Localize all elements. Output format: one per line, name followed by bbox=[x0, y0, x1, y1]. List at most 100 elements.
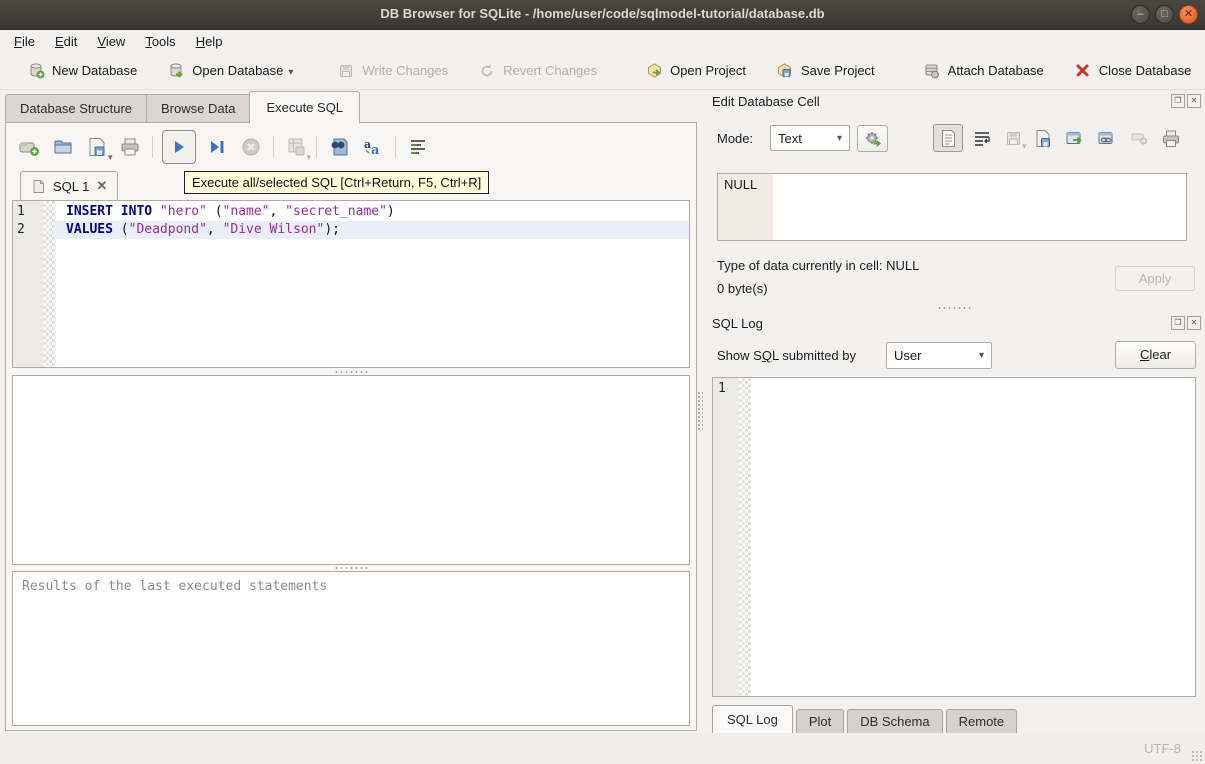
editor-line[interactable]: 1INSERT INTO "hero" ("name", "secret_nam… bbox=[13, 203, 689, 221]
line-number: 1 bbox=[13, 203, 43, 221]
status-bar: UTF-8 bbox=[0, 733, 1205, 764]
execute-all-icon bbox=[170, 138, 188, 156]
menu-file[interactable]: File bbox=[4, 32, 45, 51]
fold-margin-cell bbox=[43, 221, 56, 239]
chevron-down-icon: ▾ bbox=[979, 350, 984, 361]
results-grid-panel[interactable] bbox=[12, 375, 690, 565]
save-results-dropdown-caret: ▾ bbox=[307, 152, 312, 166]
sql-document-tab-label: SQL 1 bbox=[53, 179, 89, 194]
dock-float-icon[interactable]: ❐ bbox=[1171, 94, 1185, 108]
text-mode-icon bbox=[940, 129, 957, 148]
attach-database-icon bbox=[923, 62, 941, 80]
open-database-dropdown-caret[interactable]: ▾ bbox=[288, 67, 293, 80]
sql-editor-lines: 1INSERT INTO "hero" ("name", "secret_nam… bbox=[13, 203, 689, 239]
menu-view[interactable]: View bbox=[87, 32, 135, 51]
chevron-down-icon: ▾ bbox=[837, 133, 842, 144]
print-sql-button[interactable] bbox=[117, 134, 143, 160]
minimize-button[interactable]: – bbox=[1131, 5, 1150, 24]
menu-edit[interactable]: Edit bbox=[45, 32, 87, 51]
save-sql-file-icon bbox=[86, 136, 108, 158]
dock-close-icon[interactable]: ✕ bbox=[1187, 94, 1201, 108]
menu-tools[interactable]: Tools bbox=[135, 32, 185, 51]
auto-format-button[interactable]: aa bbox=[360, 134, 386, 160]
maximize-button[interactable]: □ bbox=[1155, 5, 1174, 24]
save-sql-file-button[interactable] bbox=[84, 134, 110, 160]
encoding-indicator: UTF-8 bbox=[1144, 741, 1181, 756]
toolbar-separator bbox=[316, 136, 317, 158]
close-database-button[interactable]: Close Database bbox=[1065, 56, 1201, 86]
log-fold-margin bbox=[739, 378, 751, 696]
results-placeholder-text: Results of the last executed statements bbox=[13, 572, 689, 601]
tab-db-schema[interactable]: DB Schema bbox=[847, 709, 942, 734]
sql-file-icon bbox=[31, 179, 46, 194]
new-sql-tab-icon bbox=[18, 136, 40, 158]
text-mode-button[interactable] bbox=[933, 124, 963, 152]
editor-line[interactable]: 2VALUES ("Deadpond", "Dive Wilson"); bbox=[13, 221, 689, 239]
main-toolbar: New Database Open Database ▾ Write Chang… bbox=[0, 52, 1205, 90]
new-database-button[interactable]: New Database bbox=[18, 56, 146, 86]
write-changes-icon bbox=[337, 62, 355, 80]
sql-document-tab-close-icon[interactable]: ✕ bbox=[96, 178, 107, 194]
find-replace-button[interactable] bbox=[326, 134, 352, 160]
import-dropdown-caret: ▾ bbox=[1022, 141, 1027, 152]
sql-editor[interactable]: 1INSERT INTO "hero" ("name", "secret_nam… bbox=[12, 200, 690, 368]
sql-log-filter-select[interactable]: User ▾ bbox=[886, 342, 992, 369]
clear-log-button[interactable]: Clear bbox=[1115, 341, 1196, 369]
sql-log-dock-buttons: ❐ ✕ bbox=[1171, 316, 1201, 330]
execute-line-button[interactable] bbox=[204, 134, 230, 160]
write-changes-button: Write Changes bbox=[328, 56, 457, 86]
toolbar-separator bbox=[152, 136, 153, 158]
open-project-button[interactable]: Open Project bbox=[636, 56, 755, 86]
save-project-button[interactable]: Save Project bbox=[767, 56, 884, 86]
log-line-number: 1 bbox=[718, 381, 726, 396]
close-button[interactable]: ✕ bbox=[1179, 5, 1198, 24]
resize-grip[interactable] bbox=[1191, 750, 1203, 762]
execute-all-button[interactable] bbox=[162, 130, 196, 164]
set-null-button bbox=[1126, 125, 1152, 151]
save-sql-dropdown-caret[interactable]: ▾ bbox=[108, 152, 113, 166]
left-pane: Database Structure Browse Data Execute S… bbox=[0, 91, 700, 733]
revert-changes-button: Revert Changes bbox=[469, 56, 606, 86]
export-data-icon bbox=[1034, 129, 1052, 148]
mode-label: Mode: bbox=[717, 131, 753, 146]
execute-sql-toolbar: ▾ ▾ bbox=[12, 128, 690, 166]
dock-close-icon[interactable]: ✕ bbox=[1187, 316, 1201, 330]
attach-database-button[interactable]: Attach Database bbox=[914, 56, 1053, 86]
auto-format-icon: aa bbox=[362, 136, 384, 158]
menu-help[interactable]: Help bbox=[186, 32, 233, 51]
word-wrap-button[interactable] bbox=[969, 125, 995, 151]
open-in-external-button[interactable] bbox=[1062, 125, 1088, 151]
open-database-button[interactable]: Open Database ▾ bbox=[158, 56, 302, 86]
dock-float-icon[interactable]: ❐ bbox=[1171, 316, 1185, 330]
sql-log-area[interactable]: 1 bbox=[712, 377, 1196, 697]
cell-editor-gutter: NULL bbox=[718, 174, 773, 240]
sql-log-filter-label: Show SQL submitted by bbox=[717, 348, 856, 363]
cell-mode-select[interactable]: Text ▾ bbox=[770, 125, 850, 151]
open-external-icon bbox=[1065, 130, 1084, 147]
save-project-label: Save Project bbox=[801, 63, 875, 78]
cell-editor[interactable]: NULL bbox=[717, 173, 1187, 241]
set-link-button[interactable] bbox=[1094, 125, 1120, 151]
sql-log-dock-title: SQL Log bbox=[712, 316, 763, 331]
tab-sql-log[interactable]: SQL Log bbox=[712, 705, 793, 734]
tab-remote[interactable]: Remote bbox=[946, 709, 1018, 734]
open-sql-file-button[interactable] bbox=[50, 134, 76, 160]
edit-cell-dock-buttons: ❐ ✕ bbox=[1171, 94, 1201, 108]
fold-margin-cell bbox=[43, 203, 56, 221]
dock-splitter[interactable] bbox=[703, 305, 1205, 311]
apply-mode-button[interactable] bbox=[857, 125, 888, 152]
print-cell-button[interactable] bbox=[1158, 125, 1184, 151]
tab-browse-data[interactable]: Browse Data bbox=[146, 94, 249, 123]
toggle-block-comment-icon bbox=[408, 137, 428, 157]
new-sql-tab-button[interactable] bbox=[16, 134, 42, 160]
tab-execute-sql[interactable]: Execute SQL bbox=[249, 91, 360, 124]
window-title: DB Browser for SQLite - /home/user/code/… bbox=[0, 6, 1205, 21]
tab-database-structure[interactable]: Database Structure bbox=[5, 94, 146, 123]
export-cell-data-button[interactable] bbox=[1030, 125, 1056, 151]
tab-plot[interactable]: Plot bbox=[796, 709, 844, 734]
sql-document-tab[interactable]: SQL 1 ✕ bbox=[20, 171, 118, 200]
toggle-block-comment-button[interactable] bbox=[405, 134, 431, 160]
find-replace-icon bbox=[328, 136, 350, 158]
print-cell-icon bbox=[1161, 129, 1181, 148]
results-messages-panel[interactable]: Results of the last executed statements bbox=[12, 571, 690, 726]
